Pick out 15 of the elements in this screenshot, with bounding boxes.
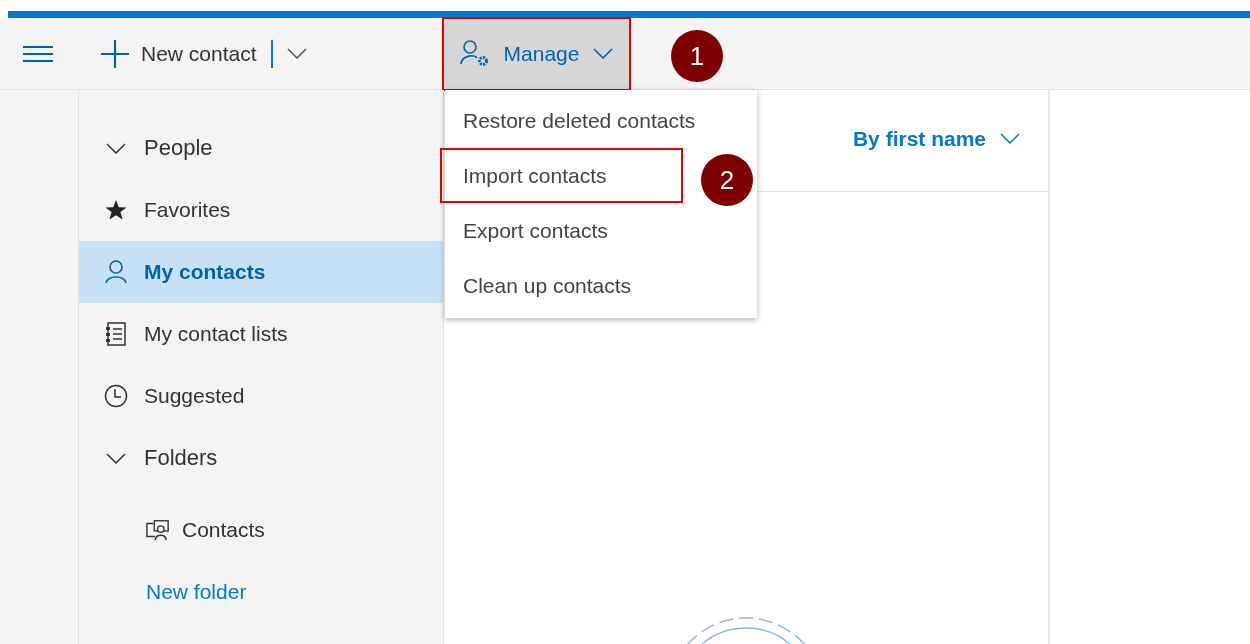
- new-folder-link[interactable]: New folder: [79, 561, 443, 623]
- nav-item[interactable]: My contacts: [79, 241, 443, 303]
- nav-item[interactable]: Suggested: [79, 365, 443, 427]
- nav-item[interactable]: My contact lists: [79, 303, 443, 365]
- group-header[interactable]: Folders: [79, 427, 443, 489]
- menu-item[interactable]: Import contacts: [440, 148, 683, 203]
- group-header[interactable]: People: [79, 117, 443, 179]
- nav-item[interactable]: Favorites: [79, 179, 443, 241]
- menu-item[interactable]: Clean up contacts: [440, 258, 683, 313]
- menu-item[interactable]: Restore deleted contacts: [440, 93, 708, 148]
- new-contact-button[interactable]: New contact: [101, 39, 257, 68]
- manage-button[interactable]: Manage: [443, 18, 630, 89]
- sort-dropdown[interactable]: By first name: [852, 126, 1020, 155]
- menu-item[interactable]: Export contacts: [440, 203, 683, 258]
- nav-item[interactable]: Contacts: [79, 499, 443, 561]
